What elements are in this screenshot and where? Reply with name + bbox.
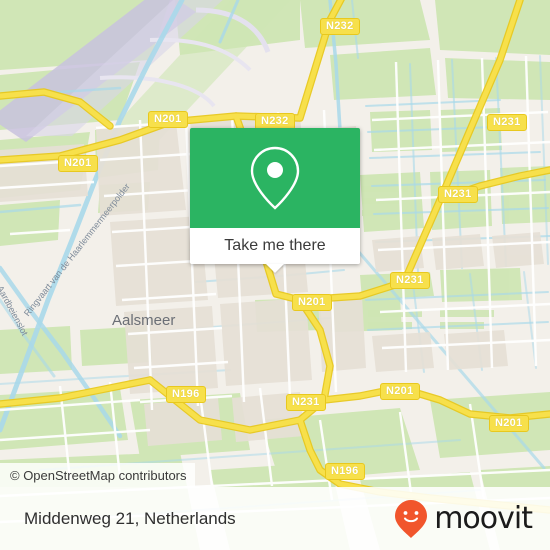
- footer-bar: Middenweg 21, Netherlands moovit: [0, 487, 550, 550]
- moovit-pin-icon: [395, 499, 428, 538]
- road-shield-n201-far-right[interactable]: N201: [489, 415, 529, 432]
- map-attribution[interactable]: © OpenStreetMap contributors: [0, 463, 195, 487]
- road-shield-n201-upper[interactable]: N201: [148, 111, 188, 128]
- take-me-there-label: Take me there: [224, 237, 326, 254]
- road-shield-n231-midright[interactable]: N231: [390, 272, 430, 289]
- road-shield-n231-right[interactable]: N231: [438, 186, 478, 203]
- road-shield-n201-center[interactable]: N201: [292, 294, 332, 311]
- place-label-aalsmeer: Aalsmeer: [112, 312, 176, 329]
- road-shield-n196-bottom[interactable]: N196: [325, 463, 365, 480]
- address-label: Middenweg 21, Netherlands: [24, 508, 236, 528]
- popup-footer[interactable]: Take me there: [190, 228, 360, 273]
- road-shield-n196-left[interactable]: N196: [166, 386, 206, 403]
- road-shield-n231-bottom[interactable]: N231: [286, 394, 326, 411]
- destination-popup-card[interactable]: Take me there: [190, 128, 360, 273]
- road-shield-n201-bottomright[interactable]: N201: [380, 383, 420, 400]
- attribution-text: © OpenStreetMap contributors: [10, 467, 187, 483]
- map-canvas[interactable]: Aalsmeer Ringvaart van de Haarlemmermeer…: [0, 0, 550, 550]
- moovit-wordmark: moovit: [434, 501, 533, 536]
- moovit-logo[interactable]: moovit: [394, 499, 533, 539]
- map-screenshot: Aalsmeer Ringvaart van de Haarlemmermeer…: [0, 0, 550, 550]
- popup-header: [190, 128, 360, 228]
- popup-pointer: [266, 264, 284, 273]
- road-shield-n231-topright[interactable]: N231: [487, 114, 527, 131]
- map-pin-icon: [250, 146, 300, 210]
- road-shield-n232-top[interactable]: N232: [320, 18, 360, 35]
- road-shield-n201-left[interactable]: N201: [58, 155, 98, 172]
